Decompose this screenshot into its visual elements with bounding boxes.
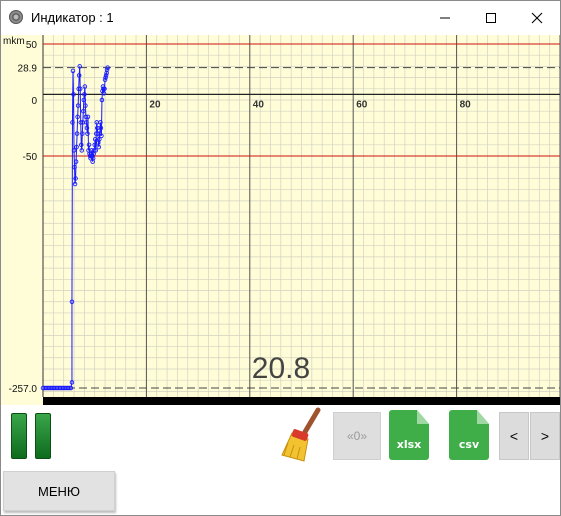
y-tick-label: 28.9 <box>18 64 38 75</box>
pause-icon-bar <box>35 413 51 459</box>
y-tick-label: 50 <box>26 40 38 51</box>
maximize-button[interactable] <box>468 1 514 35</box>
pause-button[interactable] <box>9 411 55 461</box>
prev-button[interactable]: < <box>499 412 529 460</box>
pause-icon <box>11 413 27 459</box>
export-xlsx-button[interactable]: xlsx <box>389 410 429 460</box>
export-csv-button[interactable]: csv <box>449 410 489 460</box>
indicator-chart: 204060801005028.90-50-257.0mkm 20.8 <box>1 35 560 405</box>
x-tick-label: 20 <box>149 99 161 110</box>
broom-icon <box>281 407 321 462</box>
window-title: Индикатор : 1 <box>31 10 114 25</box>
menu-button[interactable]: МЕНЮ <box>3 471 115 511</box>
app-icon <box>9 10 23 24</box>
title-bar: Индикатор : 1 <box>1 1 560 35</box>
x-tick-label: 80 <box>460 99 472 110</box>
indicator-window: Индикатор : 1 204060801005028.90-50-257.… <box>0 0 561 516</box>
x-tick-label: 60 <box>356 99 368 110</box>
x-tick-label: 40 <box>253 99 265 110</box>
maximize-icon <box>486 13 496 23</box>
next-button[interactable]: > <box>530 412 560 460</box>
y-tick-label: -50 <box>23 152 38 163</box>
y-tick-label: 0 <box>31 96 37 107</box>
close-icon <box>531 12 543 24</box>
unit-label: mkm <box>3 36 25 47</box>
y-tick-label: -257.0 <box>9 384 38 395</box>
chart-area: 204060801005028.90-50-257.0mkm 20.8 <box>1 35 560 405</box>
minimize-button[interactable] <box>422 1 468 35</box>
close-button[interactable] <box>514 1 560 35</box>
current-value: 20.8 <box>252 352 310 385</box>
minimize-icon <box>440 17 450 19</box>
clear-button[interactable] <box>278 407 326 465</box>
bottom-scrollbar[interactable] <box>43 397 560 405</box>
zero-button[interactable]: «0» <box>333 412 381 460</box>
